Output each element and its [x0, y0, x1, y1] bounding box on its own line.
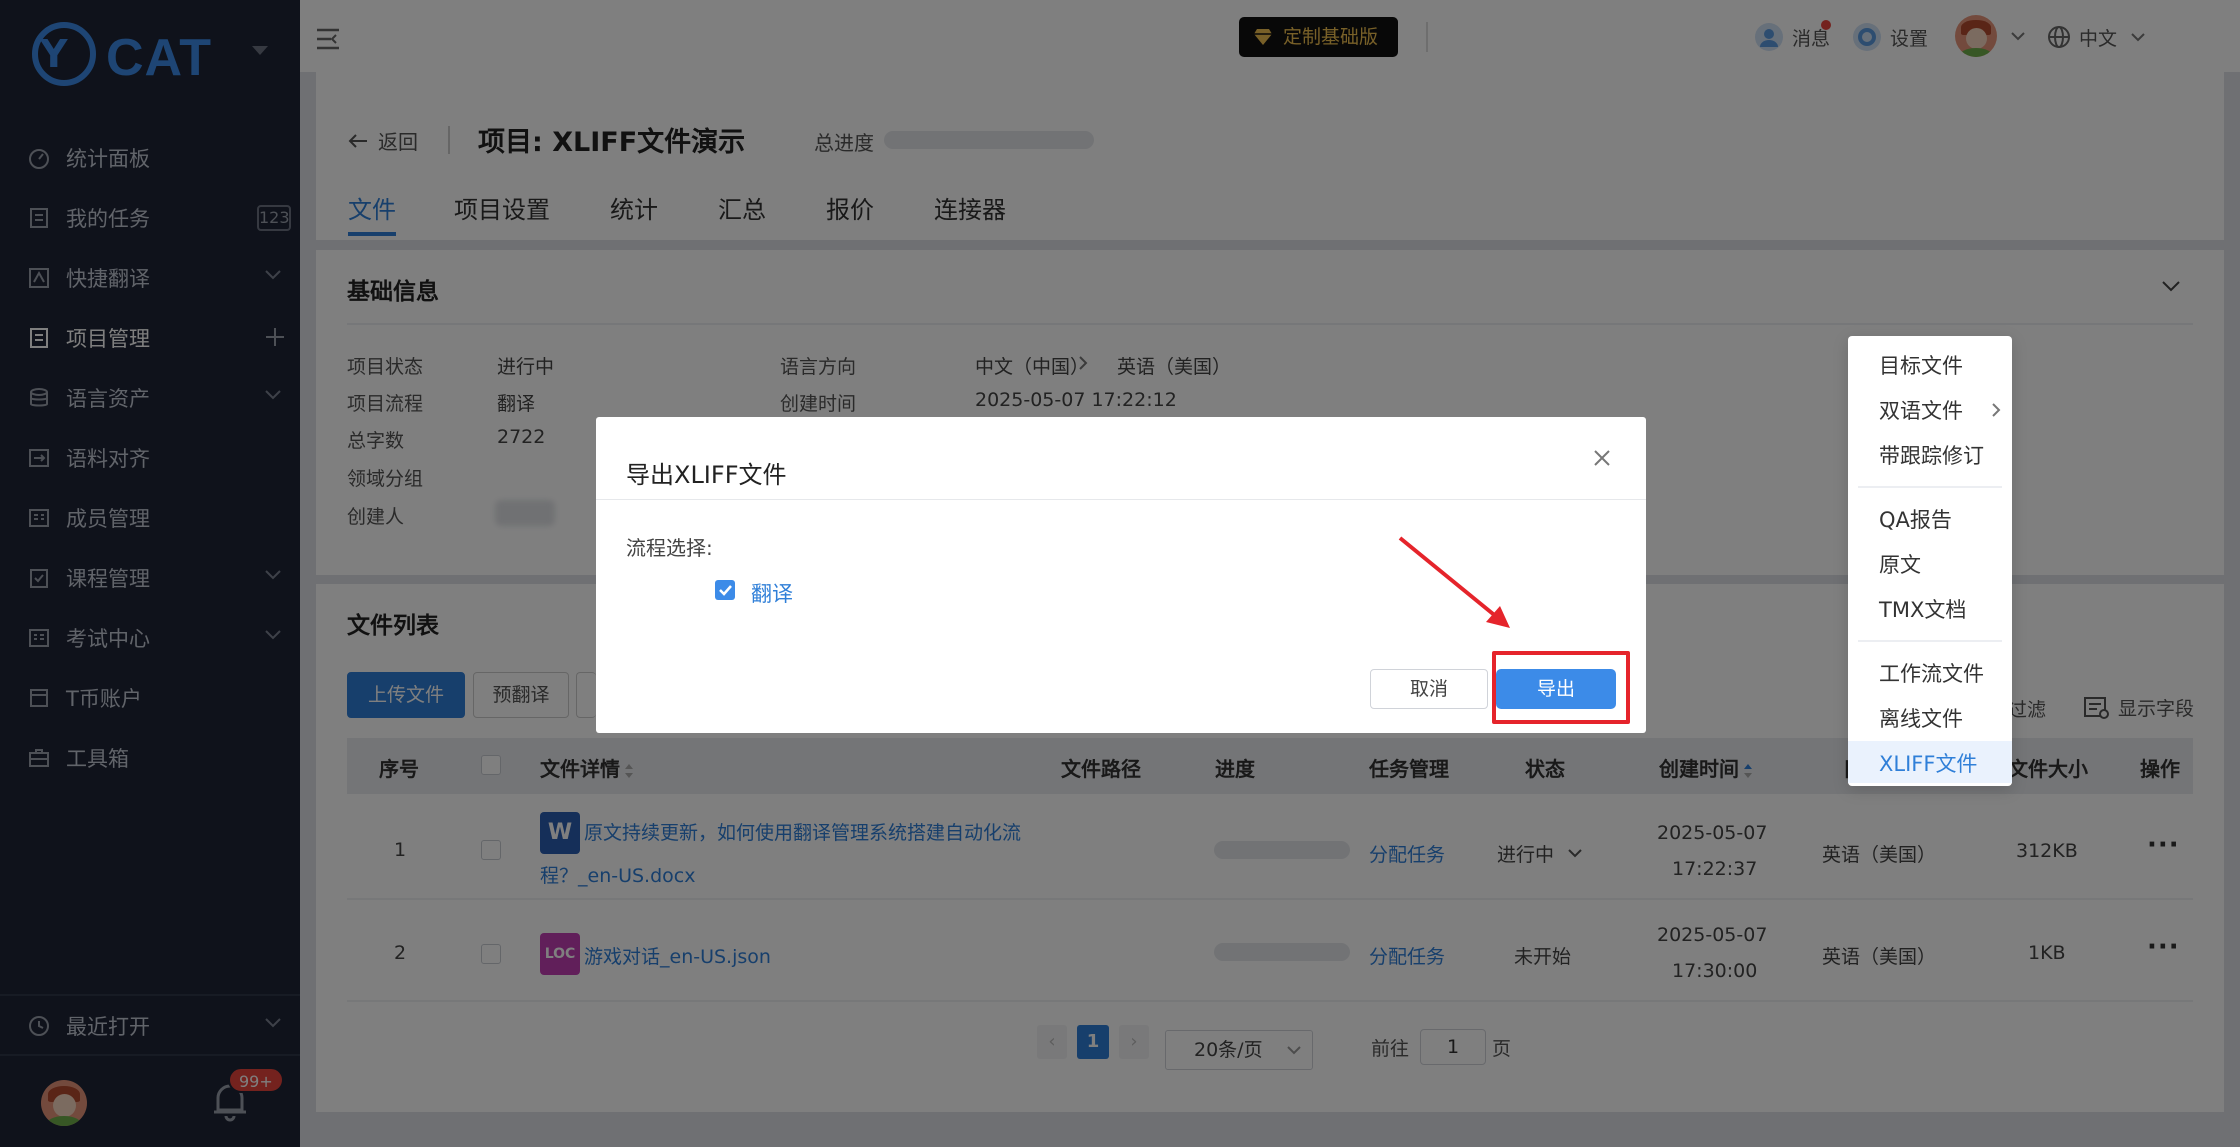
menu-caret: [2003, 568, 2012, 586]
menu-item-track-changes[interactable]: 带跟踪修订: [1879, 440, 1984, 470]
menu-item-offline-file[interactable]: 离线文件: [1879, 703, 1963, 733]
menu-item-target-file[interactable]: 目标文件: [1879, 350, 1963, 380]
close-icon[interactable]: [1593, 449, 1611, 467]
menu-divider: [1858, 640, 2002, 642]
menu-item-qa-report[interactable]: QA报告: [1879, 504, 1952, 534]
cancel-button[interactable]: 取消: [1370, 669, 1488, 709]
menu-item-bilingual-file[interactable]: 双语文件: [1879, 395, 1963, 425]
check-icon: [719, 585, 732, 596]
annotation-arrow: [1398, 536, 1510, 628]
menu-item-xliff-file[interactable]: XLIFF文件: [1879, 748, 1977, 778]
menu-item-source[interactable]: 原文: [1879, 549, 1921, 579]
dialog-title: 导出XLIFF文件: [626, 461, 787, 489]
chevron-right-icon: [1992, 403, 2001, 417]
translate-checkbox[interactable]: [715, 580, 735, 600]
highlight-box: [1492, 651, 1630, 724]
menu-divider: [1858, 486, 2002, 488]
menu-item-workflow-file[interactable]: 工作流文件: [1879, 658, 1984, 688]
flow-select-label: 流程选择:: [626, 536, 713, 560]
divider: [596, 499, 1646, 500]
translate-option-label[interactable]: 翻译: [751, 578, 793, 608]
menu-item-tmx[interactable]: TMX文档: [1879, 594, 1966, 624]
